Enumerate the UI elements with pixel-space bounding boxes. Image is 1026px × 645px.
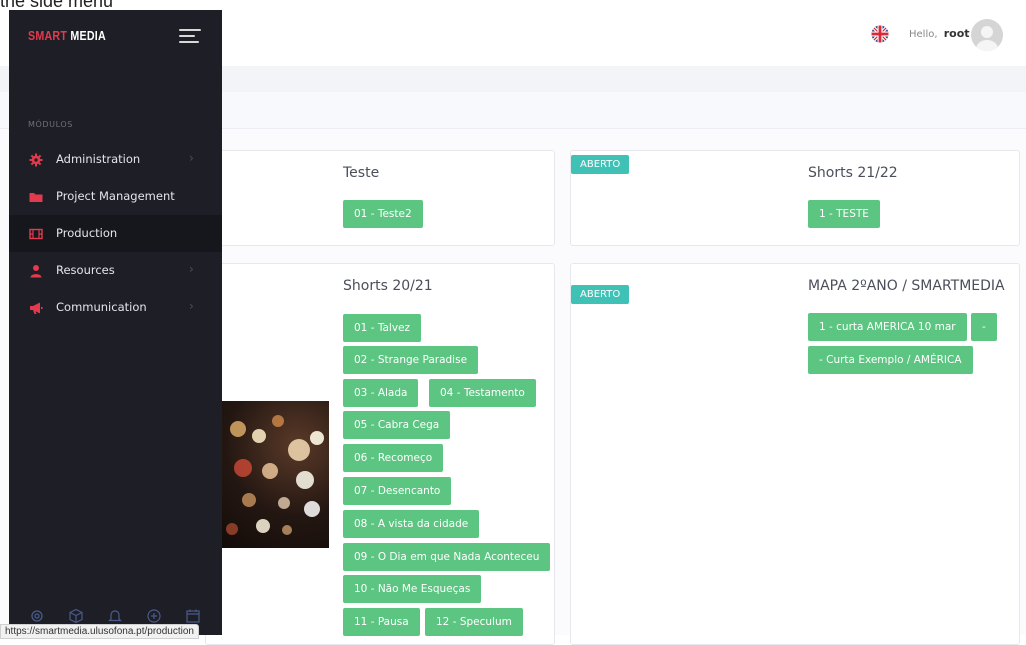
project-tag[interactable]: 1 - curta AMERICA 10 mar (808, 313, 967, 341)
brand-part-2: MEDIA (70, 28, 106, 43)
calendar-icon[interactable] (185, 608, 201, 624)
status-badge: ABERTO (571, 285, 630, 304)
section-label-modules: MÓDULOS (28, 120, 73, 129)
add-circle-icon[interactable] (146, 608, 162, 624)
bell-icon[interactable] (107, 608, 123, 624)
sidebar-bottom-toolbar (29, 608, 209, 624)
project-tag[interactable]: 05 - Cabra Cega (343, 411, 451, 439)
sidebar-item-label: Project Management (56, 189, 175, 203)
card-title: MAPA 2ºANO / SMARTMEDIA (808, 278, 1005, 294)
avatar[interactable] (971, 19, 1003, 51)
brand-part-1: SMART (28, 28, 68, 43)
project-tag[interactable]: 10 - Não Me Esqueças (343, 575, 482, 603)
browser-status-url: https://smartmedia.ulusofona.pt/producti… (0, 624, 199, 639)
project-card-shorts-2122: ABERTO Shorts 21/22 1 - TESTE (570, 150, 1020, 246)
project-card-mapa: ABERTO MAPA 2ºANO / SMARTMEDIA 1 - curta… (570, 263, 1020, 645)
user-greeting[interactable]: Hello, root (909, 27, 970, 40)
chevron-right-icon: › (189, 299, 194, 313)
project-tag[interactable]: 12 - Speculum (425, 608, 523, 636)
side-menu: SMART MEDIA MÓDULOS Administration › Pro… (9, 10, 222, 635)
screenshot-caption: the side menu (0, 0, 114, 11)
sidebar-item-label: Production (56, 226, 118, 240)
sidebar-item-label: Communication (56, 300, 147, 314)
sidebar-item-production[interactable]: Production (9, 215, 222, 252)
project-tag[interactable]: 07 - Desencanto (343, 477, 452, 505)
username: root (943, 27, 970, 40)
project-tag[interactable]: 1 - TESTE (808, 200, 880, 228)
folder-icon (29, 189, 43, 203)
megaphone-icon (29, 300, 43, 314)
card-title: Shorts 20/21 (343, 278, 433, 294)
menu-toggle-icon[interactable] (179, 27, 201, 45)
settings-icon[interactable] (29, 608, 45, 624)
sidebar-item-administration[interactable]: Administration › (9, 141, 222, 178)
greeting-prefix: Hello, (909, 29, 938, 40)
project-tag[interactable]: 08 - A vista da cidade (343, 510, 480, 538)
project-tag[interactable]: - (971, 313, 997, 341)
sidebar-item-communication[interactable]: Communication › (9, 289, 222, 326)
project-tag[interactable]: 02 - Strange Paradise (343, 346, 479, 374)
chevron-right-icon: › (189, 262, 194, 276)
cube-icon[interactable] (68, 608, 84, 624)
project-tag[interactable]: 01 - Teste2 (343, 200, 423, 228)
sidebar-item-label: Resources (56, 263, 115, 277)
card-title: Shorts 21/22 (808, 165, 898, 181)
project-tag[interactable]: 06 - Recomeço (343, 444, 444, 472)
sidebar-item-project-management[interactable]: Project Management (9, 178, 222, 215)
project-card-teste: Teste 01 - Teste2 (205, 150, 555, 246)
project-tag[interactable]: 01 - Talvez (343, 314, 422, 342)
user-icon (29, 263, 43, 278)
project-tag[interactable]: - Curta Exemplo / AMÉRICA (808, 346, 973, 374)
sidebar-item-label: Administration (56, 152, 141, 166)
status-badge: ABERTO (571, 155, 630, 174)
project-tag[interactable]: 11 - Pausa (343, 608, 420, 636)
sidebar-item-resources[interactable]: Resources › (9, 252, 222, 289)
card-title: Teste (343, 165, 380, 181)
uk-flag-icon[interactable] (871, 25, 889, 43)
project-tag[interactable]: 04 - Testamento (429, 379, 536, 407)
brand-logo[interactable]: SMART MEDIA (28, 28, 106, 43)
project-tag[interactable]: 09 - O Dia em que Nada Aconteceu (343, 543, 551, 571)
chevron-right-icon: › (189, 151, 194, 165)
project-tag[interactable]: 03 - Alada (343, 379, 419, 407)
project-thumbnail-image (222, 401, 329, 548)
gear-icon (29, 152, 43, 167)
film-icon (29, 226, 43, 240)
